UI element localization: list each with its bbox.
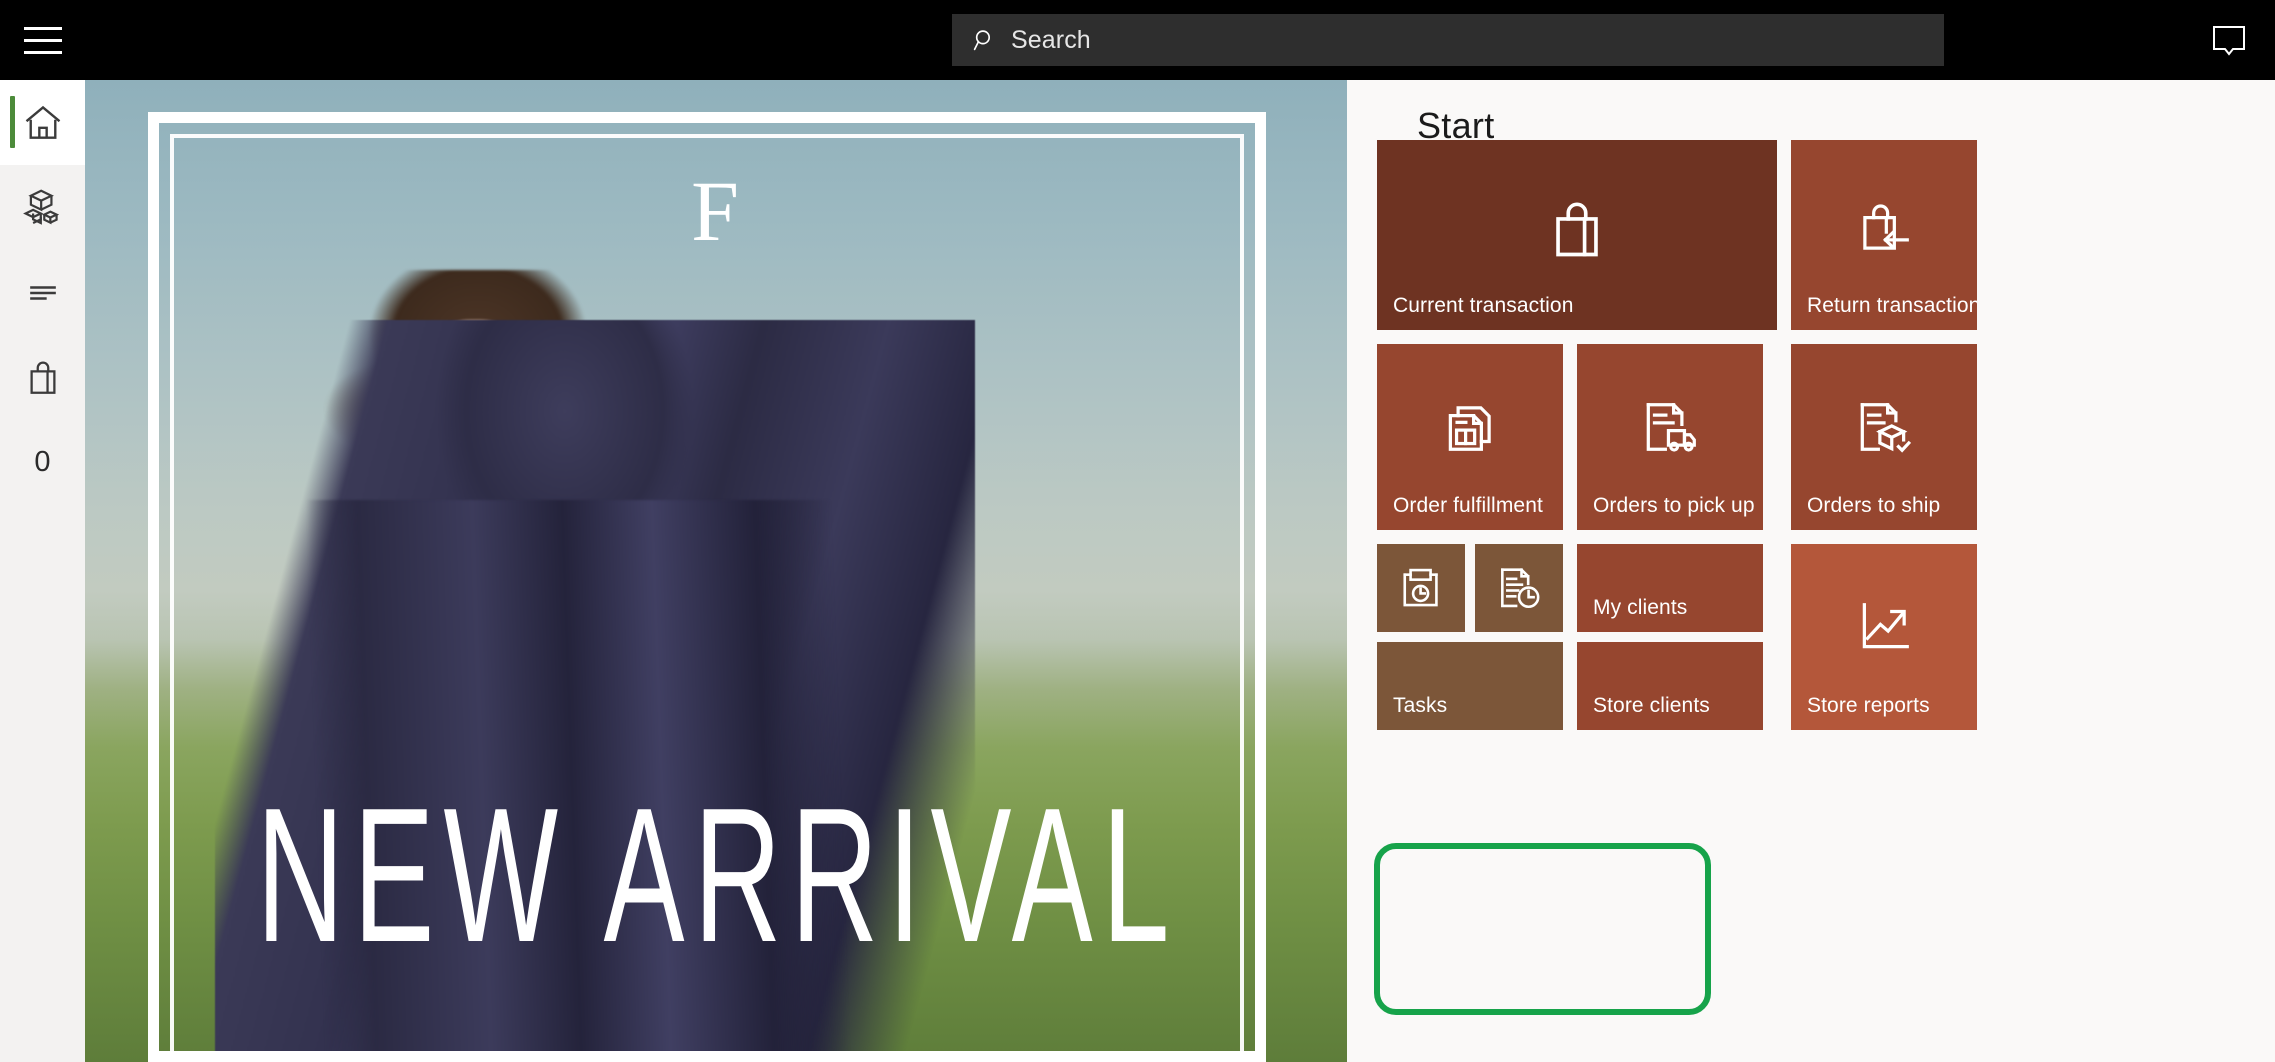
truck-doc-icon: [1577, 396, 1763, 458]
hamburger-bar-3: [23, 50, 62, 54]
tile-label: Tasks: [1393, 694, 1448, 717]
tile-store-clients[interactable]: Store clients: [1577, 642, 1763, 730]
cart-item-count: 0: [34, 446, 51, 478]
speech-bubble-icon[interactable]: [2183, 0, 2275, 80]
pos-app-window: Search 0 F NEW ARRIVAL Start Current tra…: [0, 0, 2275, 1062]
tile-tasks[interactable]: Tasks: [1377, 642, 1563, 730]
tile-label: My clients: [1593, 596, 1688, 619]
sidebar-item-home[interactable]: [0, 80, 85, 165]
doc-clock-icon: [1475, 544, 1563, 632]
search-icon: [973, 29, 991, 50]
shopping-bag-icon: [29, 361, 56, 394]
hero-headline: NEW ARRIVAL: [256, 768, 1179, 982]
tile-label: Store reports: [1807, 694, 1930, 717]
boxes-icon: [22, 189, 59, 225]
tile-time-clock[interactable]: [1377, 544, 1465, 632]
lines-icon: [29, 285, 56, 300]
tile-return-transaction[interactable]: Return transaction: [1791, 140, 1977, 330]
hamburger-bar-1: [23, 26, 62, 30]
hamburger-menu-icon[interactable]: [0, 0, 85, 80]
bag-return-icon: [1791, 198, 1977, 260]
sidebar-item-products[interactable]: [0, 165, 85, 250]
tile-orders-to-pick-up[interactable]: Orders to pick up: [1577, 344, 1763, 530]
tile-orders-to-ship[interactable]: Orders to ship: [1791, 344, 1977, 530]
tile-timesheet[interactable]: [1475, 544, 1563, 632]
documents-icon: [1377, 396, 1563, 458]
search-input[interactable]: Search: [952, 14, 1944, 66]
sidebar-item-cart[interactable]: [0, 335, 85, 420]
hero-promotional-image: F NEW ARRIVAL: [85, 80, 1347, 1062]
tile-label: Orders to ship: [1807, 494, 1941, 517]
top-app-bar: Search: [0, 0, 2275, 80]
box-check-doc-icon: [1791, 396, 1977, 458]
clock-board-icon: [1377, 544, 1465, 632]
speech-bubble-glyph: [2213, 26, 2245, 56]
brand-logo-letter: F: [691, 163, 741, 259]
tile-label: Order fulfillment: [1393, 494, 1543, 517]
tile-current-transaction[interactable]: Current transaction: [1377, 140, 1777, 330]
start-tile-grid: Current transaction Return transaction Ord…: [1347, 80, 2275, 1062]
shopping-bag-icon: [1377, 195, 1777, 265]
trend-up-icon: [1791, 596, 1977, 658]
start-panel: Start Current transaction Return transact…: [1347, 80, 2275, 1062]
sidebar-item-journal[interactable]: [0, 250, 85, 335]
tile-order-fulfillment[interactable]: Order fulfillment: [1377, 344, 1563, 530]
tile-my-clients[interactable]: My clients: [1577, 544, 1763, 632]
home-icon: [25, 105, 60, 139]
tile-label: Orders to pick up: [1593, 494, 1755, 517]
tile-store-reports[interactable]: Store reports: [1791, 544, 1977, 730]
tile-label: Current transaction: [1393, 294, 1574, 317]
tile-label: Store clients: [1593, 694, 1710, 717]
navigation-rail: 0: [0, 80, 85, 1062]
hamburger-bar-2: [23, 38, 62, 42]
search-placeholder-text: Search: [1011, 25, 1091, 54]
tile-label: Return transaction: [1807, 294, 1977, 317]
